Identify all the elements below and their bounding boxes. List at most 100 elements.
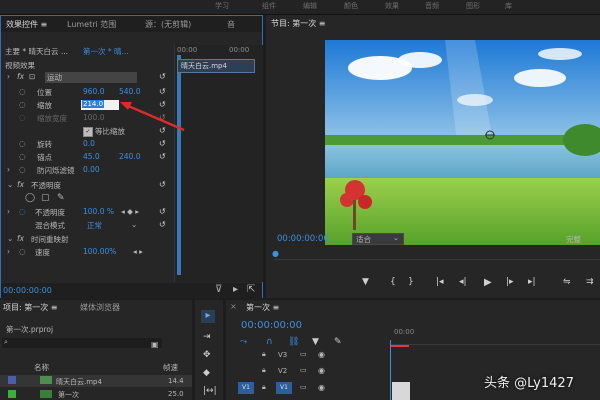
expand-arrow-icon[interactable]: › [7,207,10,216]
position-y-value[interactable]: 540.0 [119,87,140,96]
workspace-tab[interactable]: 颜色 [344,1,358,11]
selection-tool-icon[interactable]: ▸ [201,310,215,323]
expand-arrow-icon[interactable]: › [7,72,10,81]
expand-arrow-icon[interactable]: ⌄ [7,180,13,189]
play-icon[interactable]: ▶ [484,277,492,288]
source-patch-v1[interactable]: V1 [238,382,254,394]
lock-icon[interactable]: 🔒︎ [262,350,266,359]
scale-input[interactable]: 214.0 [81,100,119,110]
track-label[interactable]: V2 [278,367,287,375]
ellipse-mask-icon[interactable]: ◯ [25,193,35,203]
time-remap-row[interactable]: ⌄ fx 时间重映射 [1,234,172,246]
workspace-tab[interactable]: 库 [505,1,512,11]
reset-icon[interactable]: ↺ [159,207,169,217]
mark-out-icon[interactable]: } [408,277,414,287]
slip-tool-icon[interactable]: |↔| [203,386,217,396]
stopwatch-icon[interactable]: ◌ [19,100,26,109]
add-marker-icon[interactable]: ▼ [362,277,369,287]
fx-icon[interactable]: fx [17,72,24,81]
anchor-y-value[interactable]: 240.0 [119,152,140,161]
quality-select[interactable]: 完整 [566,234,581,245]
motion-handle-icon[interactable]: ⊡ [29,72,35,81]
lock-icon[interactable]: 🔒︎ [262,366,266,375]
stopwatch-icon[interactable]: ◌ [19,207,26,216]
scale-input-selection[interactable]: 214.0 [82,100,105,108]
antiflicker-value[interactable]: 0.00 [83,165,100,174]
uniform-scale-checkbox[interactable]: ✓ [83,127,93,137]
rectangle-mask-icon[interactable]: ▢ [41,193,50,203]
tab-audio[interactable]: 音 [227,19,235,30]
tab-effect-controls[interactable]: 效果控件 ≡ [6,19,47,30]
workspace-tab[interactable]: 编辑 [303,1,317,11]
keyframe-nav-icon[interactable]: ◂ ◆ ▸ [121,207,139,216]
workspace-tab[interactable]: 效果 [385,1,399,11]
export-icon[interactable]: ⇱ [247,284,255,295]
fx-icon[interactable]: fx [17,180,24,189]
close-icon[interactable]: × [230,302,237,311]
filter-icon[interactable]: ⊽ [215,284,222,295]
expand-arrow-icon[interactable]: › [7,247,10,256]
workspace-tab[interactable]: 图形 [466,1,480,11]
ripple-edit-tool-icon[interactable]: ✥ [203,350,211,360]
play-audio-icon[interactable]: ▸ [233,284,238,295]
timeline-title[interactable]: 第一次 ≡ [246,302,279,313]
stopwatch-icon[interactable]: ◌ [19,152,26,161]
project-item-row[interactable]: 晴天白云.mp4 14.4 [0,375,192,387]
program-monitor-title[interactable]: 节目: 第一次 ≡ [271,18,325,29]
reset-icon[interactable]: ↺ [159,72,169,82]
timeline-timecode[interactable]: 00:00:00:00 [241,320,302,331]
column-name-header[interactable]: 名称 [34,362,49,373]
tab-lumetri-scopes[interactable]: Lumetri 范围 [67,19,116,30]
stopwatch-icon[interactable]: ◌ [19,247,26,256]
track-label[interactable]: V3 [278,351,287,359]
sync-lock-icon[interactable]: ▭ [300,383,307,391]
fx-icon[interactable]: fx [17,234,24,243]
eye-icon[interactable]: ◉ [318,350,325,359]
eye-icon[interactable]: ◉ [318,366,325,375]
label-color-swatch[interactable] [8,376,16,384]
linked-selection-icon[interactable]: ⛓ [288,337,299,347]
master-clip-label[interactable]: 主要 * 晴天白云 ... [5,46,68,57]
motion-row[interactable]: › fx ⊡ 运动 ↺ [1,72,172,84]
opacity-value[interactable]: 100.0 % [83,207,114,216]
track-target-v1[interactable]: V1 [276,382,292,394]
pen-mask-icon[interactable]: ✎ [57,193,65,203]
reset-icon[interactable]: ↺ [159,152,169,162]
tab-project[interactable]: 项目: 第一次 ≡ [3,302,57,313]
reset-icon[interactable]: ↺ [159,220,169,230]
workspace-tab[interactable]: 学习 [215,1,229,11]
wrench-icon[interactable]: ✎ [334,337,342,347]
column-fps-header[interactable]: 帧速 [163,362,178,373]
sync-lock-icon[interactable]: ▭ [300,350,307,358]
chevron-down-icon[interactable]: ⌄ [131,220,137,229]
snap-icon[interactable]: ∩ [266,337,273,347]
reset-icon[interactable]: ↺ [159,87,169,97]
playhead-marker-icon[interactable]: ● [272,249,279,258]
lock-icon[interactable]: 🔒︎ [262,383,266,392]
program-scrub-bar[interactable]: ● [272,249,600,260]
razor-tool-icon[interactable]: ◆ [203,368,210,378]
mini-clip-bar[interactable]: 晴天白云.mp4 [177,59,255,73]
stopwatch-icon[interactable]: ◌ [19,165,26,174]
blend-mode-select[interactable]: 正常 [87,220,102,231]
rotation-value[interactable]: 0.0 [83,139,95,148]
sync-lock-icon[interactable]: ▭ [300,366,307,374]
insert-icon[interactable]: ⇋ [563,277,571,287]
stopwatch-icon[interactable]: ◌ [19,139,26,148]
go-to-out-icon[interactable]: ▸| [528,277,536,287]
opacity-section-row[interactable]: ⌄ fx 不透明度 ↺ [1,180,172,192]
tab-source[interactable]: 源：(无剪辑) [145,19,191,30]
speed-value[interactable]: 100.00% [83,247,116,256]
anchor-x-value[interactable]: 45.0 [83,152,100,161]
effect-timecode[interactable]: 00:00:00:00 [3,286,52,295]
nest-toggle-icon[interactable]: ⤳ [240,337,247,347]
expand-arrow-icon[interactable]: › [7,165,10,174]
reset-icon[interactable]: ↺ [159,139,169,149]
expand-arrow-icon[interactable]: ⌄ [7,234,13,243]
workspace-tab[interactable]: 组件 [262,1,276,11]
program-video-frame[interactable] [325,40,600,245]
project-search-input[interactable]: ⌕ [2,338,162,348]
work-area-bar[interactable] [391,345,409,347]
eye-icon[interactable]: ◉ [318,383,325,392]
stopwatch-icon[interactable]: ◌ [19,87,26,96]
